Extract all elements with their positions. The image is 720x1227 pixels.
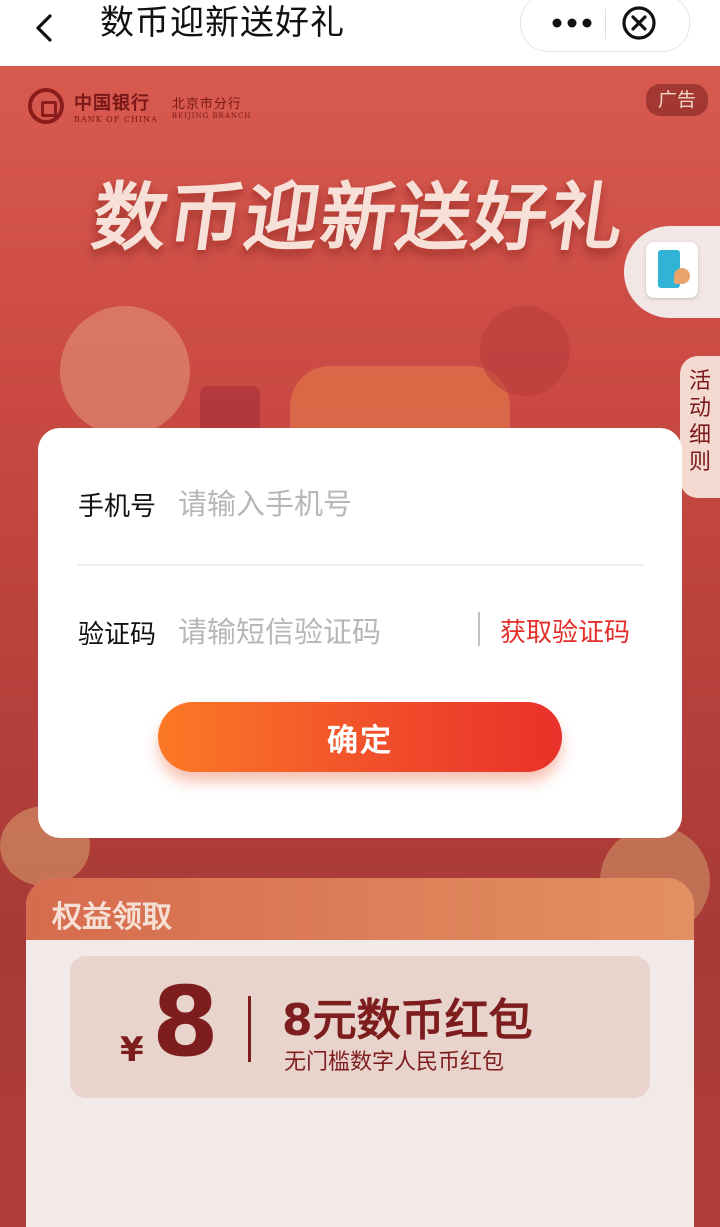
phone-label: 手机号: [78, 492, 157, 522]
more-button[interactable]: [539, 5, 605, 41]
bank-name-cn: 中国银行: [74, 92, 150, 114]
hero-title: 数币迎新送好礼: [87, 175, 632, 261]
bank-logo-icon: [28, 88, 64, 124]
rules-char: 动: [688, 396, 711, 421]
phone-tap-icon: [646, 242, 698, 298]
branch-name-en: BEIJING BRANCH: [171, 111, 252, 120]
code-row: 验证码 获取验证码: [78, 612, 644, 672]
rules-char: 细: [688, 423, 711, 448]
megaphone-decoration: [60, 306, 190, 436]
ad-badge: 广告: [645, 84, 708, 116]
mini-program-capsule: [520, 0, 690, 52]
bank-name-en: BANK OF CHINA: [74, 114, 158, 124]
back-button[interactable]: [26, 8, 66, 48]
phone-input[interactable]: [178, 484, 478, 524]
code-divider: [478, 612, 480, 646]
rules-char: 活: [688, 369, 711, 394]
close-circle-icon: [622, 6, 656, 40]
confirm-button[interactable]: 确定: [158, 702, 562, 772]
orb-decoration: [480, 306, 570, 396]
coupon-title: 8元数币红包: [282, 995, 533, 1046]
phone-row: 手机号: [78, 484, 644, 564]
branch-name-cn: 北京市分行: [171, 96, 242, 112]
currency-symbol: ¥: [120, 1030, 144, 1070]
top-nav-bar: 数币迎新送好礼: [0, 0, 720, 66]
capsule-divider: [605, 9, 606, 39]
close-button[interactable]: [619, 3, 659, 43]
sms-code-input[interactable]: [178, 612, 478, 652]
page-title: 数币迎新送好礼: [100, 3, 345, 43]
coupon-separator: [248, 996, 251, 1062]
more-dots-icon: [552, 18, 592, 28]
get-code-button[interactable]: 获取验证码: [500, 612, 630, 649]
rights-header: 权益领取: [26, 878, 694, 940]
verification-modal: 手机号 验证码 获取验证码 确定: [38, 428, 682, 838]
coupon-card[interactable]: ¥ 8 8元数币红包 无门槛数字人民币红包: [70, 956, 650, 1098]
coupon-amount: 8: [152, 966, 219, 1078]
coupon-subtitle: 无门槛数字人民币红包: [284, 1050, 505, 1075]
rules-char: 则: [688, 450, 711, 475]
chevron-left-icon: [36, 14, 52, 42]
rights-card: 权益领取 ¥ 8 8元数币红包 无门槛数字人民币红包: [26, 878, 694, 1227]
form-divider: [78, 564, 644, 566]
bank-of-china-logo: 中国银行 BANK OF CHINA 北京市分行 BEIJING BRANCH: [28, 88, 251, 124]
floating-tap-button[interactable]: [624, 226, 720, 318]
code-label: 验证码: [78, 620, 157, 650]
rights-title: 权益领取: [52, 900, 172, 935]
activity-rules-tab[interactable]: 活 动 细 则: [680, 356, 720, 498]
